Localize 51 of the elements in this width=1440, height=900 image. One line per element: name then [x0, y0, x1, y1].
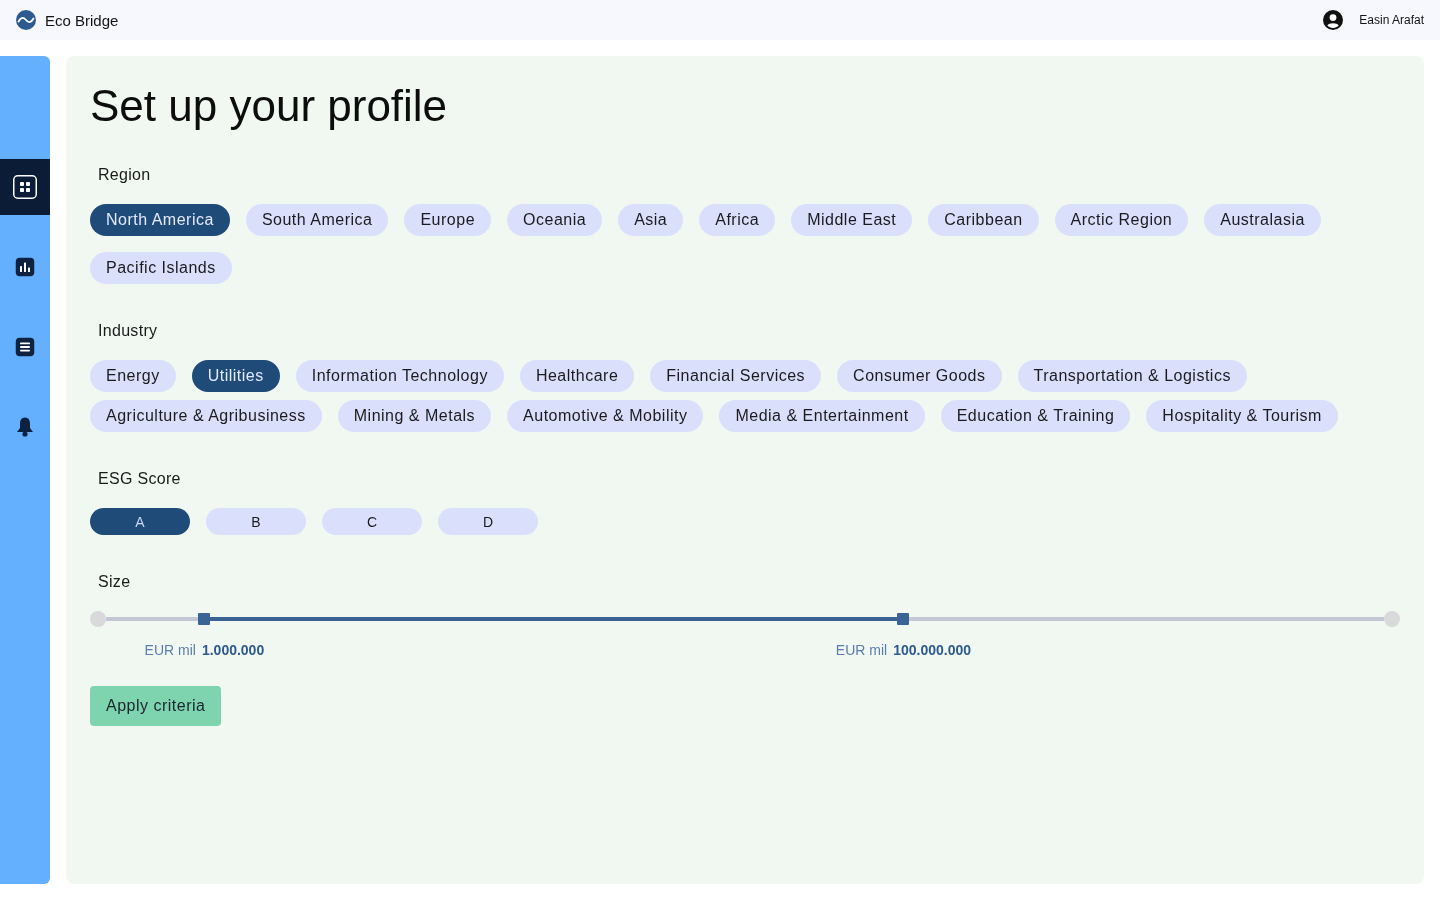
section-label: Region	[98, 165, 151, 185]
filter-chip[interactable]: Mining & Metals	[337, 400, 492, 432]
filter-chip[interactable]: Education & Training	[940, 400, 1131, 432]
filter-chip[interactable]: Arctic Region	[1054, 204, 1189, 236]
filter-chip[interactable]: Utilities	[191, 360, 280, 392]
filter-chip[interactable]: Automotive & Mobility	[507, 400, 704, 432]
bar-chart-icon	[15, 257, 35, 277]
filter-chip[interactable]: Europe	[404, 204, 492, 236]
filter-chip[interactable]: South America	[245, 204, 389, 236]
apply-criteria-button[interactable]: Apply criteria	[90, 686, 222, 726]
section-label: Industry	[98, 321, 158, 341]
score-option[interactable]: B	[206, 508, 306, 535]
filter-chip[interactable]: Consumer Goods	[837, 360, 1002, 392]
slider-handle[interactable]	[897, 613, 910, 625]
section-label: ESG Score	[98, 469, 181, 489]
filter-chip[interactable]: Media & Entertainment	[719, 400, 925, 432]
user-avatar-icon[interactable]	[1323, 10, 1344, 30]
slider-handle[interactable]	[198, 613, 211, 625]
document-icon	[15, 337, 35, 357]
filter-chip[interactable]: North America	[90, 204, 230, 236]
slider-end-icon	[1384, 611, 1400, 627]
bell-icon	[16, 417, 34, 437]
filter-chip[interactable]: Transportation & Logistics	[1017, 360, 1247, 392]
user-name: Easin Arafat	[1359, 13, 1424, 27]
filter-chip[interactable]: Asia	[618, 204, 684, 236]
filter-chip[interactable]: Africa	[699, 204, 776, 236]
currency-unit: EUR mil	[835, 641, 888, 660]
score-option[interactable]: C	[322, 508, 422, 535]
score-option[interactable]: D	[438, 508, 538, 535]
filter-chip[interactable]: Middle East	[791, 204, 913, 236]
filter-chip[interactable]: Pacific Islands	[90, 252, 232, 284]
filter-chip[interactable]: Healthcare	[519, 360, 635, 392]
wave-logo-icon	[16, 10, 36, 30]
slider-end-icon	[90, 611, 106, 627]
currency-unit: EUR mil	[144, 641, 196, 660]
filter-chip[interactable]: Financial Services	[650, 360, 822, 392]
filter-chip[interactable]: Energy	[90, 360, 176, 392]
app-name: Eco Bridge	[45, 11, 119, 29]
size-value: 1.000.000	[201, 641, 265, 660]
filter-chip[interactable]: Caribbean	[928, 204, 1039, 236]
score-option[interactable]: A	[90, 508, 190, 535]
section-label: Size	[98, 572, 131, 592]
page-title: Set up your profile	[90, 80, 448, 132]
filter-chip[interactable]: Australasia	[1204, 204, 1321, 236]
sidebar-nav-button[interactable]	[0, 159, 50, 215]
filter-chip[interactable]: Information Technology	[295, 360, 504, 392]
filter-chip[interactable]: Hospitality & Tourism	[1146, 400, 1338, 432]
filter-chip[interactable]: Oceania	[507, 204, 603, 236]
filter-chip[interactable]: Agriculture & Agribusiness	[90, 400, 322, 432]
grid-icon	[13, 175, 37, 199]
size-value: 100.000.000	[893, 641, 972, 660]
